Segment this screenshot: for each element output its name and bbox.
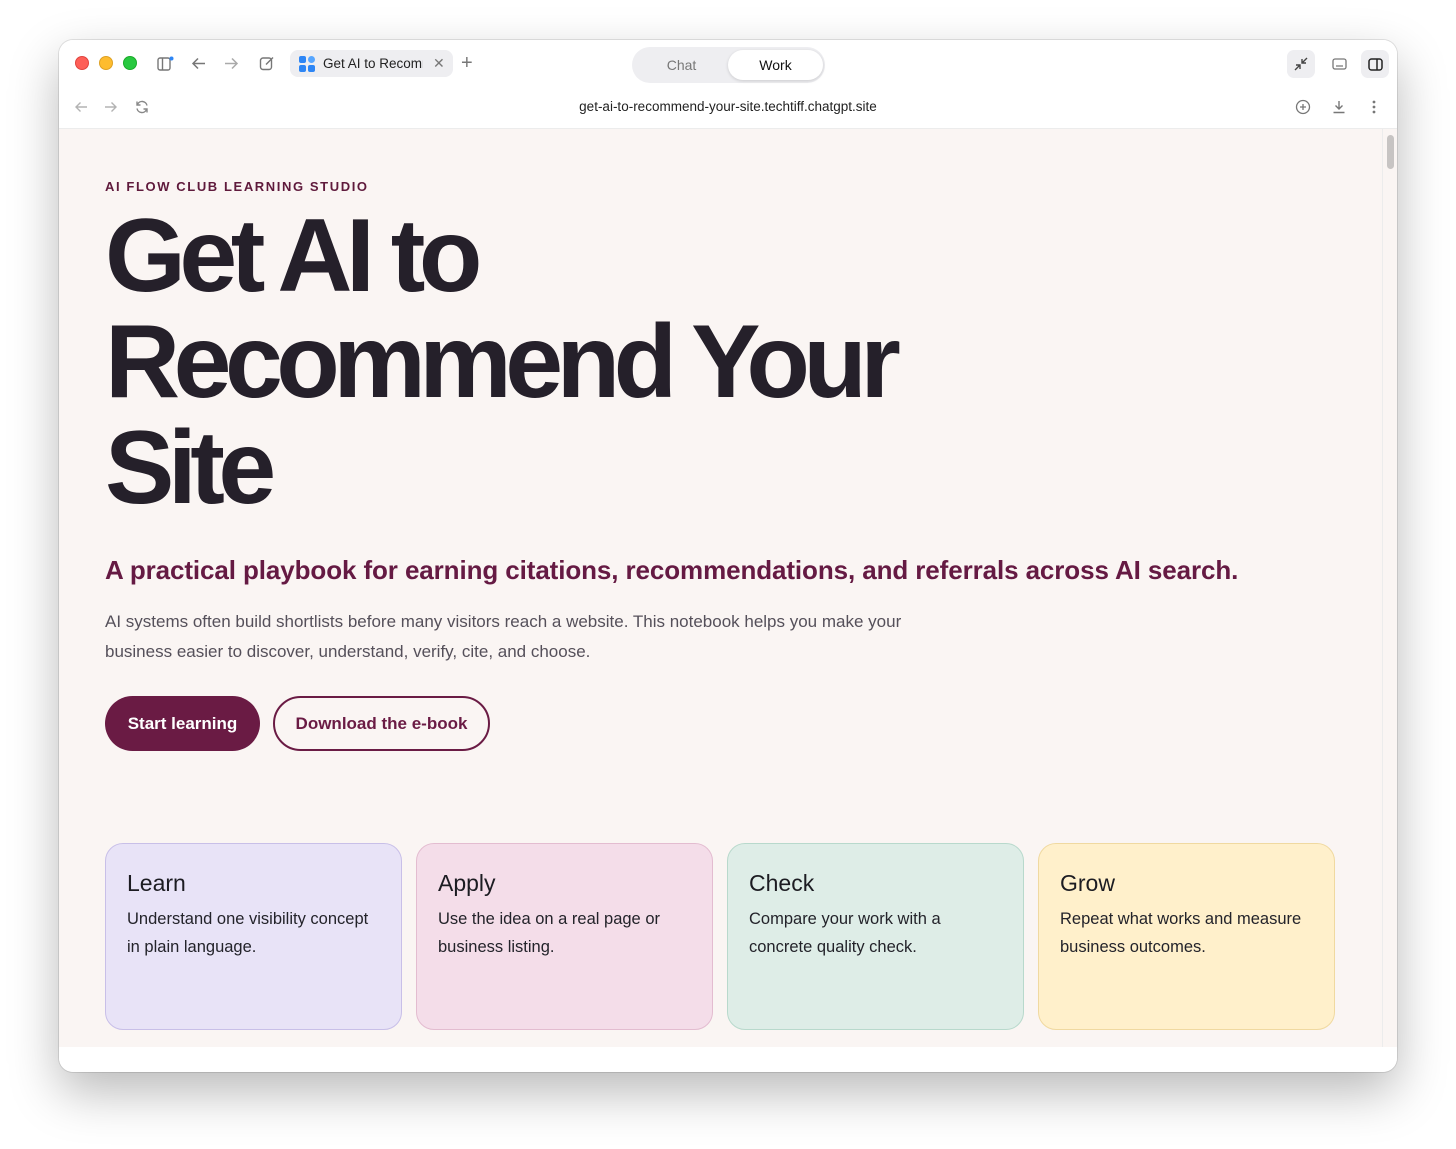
card-apply: Apply Use the idea on a real page or bus… (416, 843, 713, 1030)
card-text: Compare your work with a concrete qualit… (749, 910, 941, 956)
card-check: Check Compare your work with a concrete … (727, 843, 1024, 1030)
browser-window: Get AI to Recommend Your Site ✕ + Chat W… (59, 40, 1397, 1072)
card-title: Check (749, 870, 815, 896)
back-icon[interactable] (188, 53, 208, 73)
scrollbar-thumb[interactable] (1387, 135, 1394, 169)
download-icon[interactable] (1330, 98, 1348, 116)
more-icon[interactable] (1365, 98, 1383, 116)
tab-title: Get AI to Recommend Your Site (323, 56, 423, 71)
collapse-icon[interactable] (1287, 50, 1315, 78)
intro-text: AI systems often build shortlists before… (105, 612, 902, 661)
start-learning-button[interactable]: Start learning (105, 696, 260, 751)
card-text: Use the idea on a real page or business … (438, 910, 660, 956)
mode-chat[interactable]: Chat (634, 50, 729, 80)
browser-tab[interactable]: Get AI to Recommend Your Site ✕ (290, 50, 453, 77)
card-learn: Learn Understand one visibility concept … (105, 843, 402, 1030)
forward-icon[interactable] (221, 53, 241, 73)
card-grow: Grow Repeat what works and measure busin… (1038, 843, 1335, 1030)
title-bar: Get AI to Recommend Your Site ✕ + Chat W… (59, 40, 1397, 86)
hero-title: Get AI to Recommend Your Site (105, 198, 901, 526)
close-icon[interactable]: ✕ (433, 55, 445, 72)
new-tab-icon[interactable]: + (461, 52, 473, 75)
eyebrow-label: AI FLOW CLUB LEARNING STUDIO (105, 179, 369, 194)
window-icon[interactable] (1325, 50, 1353, 78)
maximize-window-button[interactable] (123, 56, 137, 70)
window-bottom-edge (59, 1047, 1397, 1072)
close-window-button[interactable] (75, 56, 89, 70)
url-field[interactable]: get-ai-to-recommend-your-site.techtiff.c… (59, 99, 1397, 114)
mode-switch: Chat Work (632, 47, 825, 83)
minimize-window-button[interactable] (99, 56, 113, 70)
address-bar: get-ai-to-recommend-your-site.techtiff.c… (59, 86, 1397, 129)
page-content: AI FLOW CLUB LEARNING STUDIO Get AI to R… (59, 129, 1382, 1047)
card-text: Understand one visibility concept in pla… (127, 910, 369, 956)
sidebar-toggle-icon[interactable] (155, 53, 175, 73)
compose-icon[interactable] (257, 53, 277, 73)
card-title: Apply (438, 870, 496, 896)
subheadline: A practical playbook for earning citatio… (105, 555, 1239, 585)
add-comment-icon[interactable] (1294, 98, 1312, 116)
card-title: Grow (1060, 870, 1115, 896)
side-panel-icon[interactable] (1361, 50, 1389, 78)
app-favicon-icon (299, 55, 315, 72)
mode-work[interactable]: Work (728, 50, 823, 80)
card-title: Learn (127, 870, 186, 896)
card-text: Repeat what works and measure business o… (1060, 910, 1302, 956)
download-ebook-button[interactable]: Download the e-book (273, 696, 490, 751)
page-scrollbar[interactable] (1382, 129, 1397, 1047)
